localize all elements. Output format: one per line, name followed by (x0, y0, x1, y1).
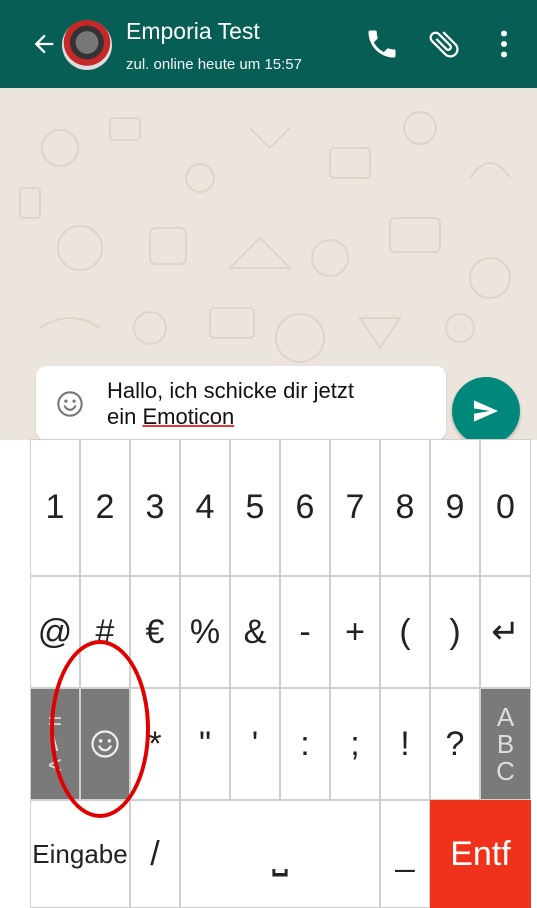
abc-letter-a: A (496, 701, 515, 732)
key-open-paren[interactable]: ( (380, 576, 430, 688)
key-colon[interactable]: : (280, 688, 330, 800)
paperclip-icon[interactable] (426, 26, 462, 62)
more-vertical-icon[interactable] (486, 26, 522, 62)
key-return[interactable]: ↵ (480, 576, 531, 688)
key-exclamation[interactable]: ! (380, 688, 430, 800)
key-2[interactable]: 2 (80, 439, 130, 576)
message-text[interactable]: Hallo, ich schicke dir jetzt ein Emotico… (107, 378, 354, 430)
key-close-paren[interactable]: ) (430, 576, 480, 688)
key-percent[interactable]: % (180, 576, 230, 688)
message-input[interactable]: Hallo, ich schicke dir jetzt ein Emotico… (36, 366, 446, 440)
key-slash[interactable]: / (130, 800, 180, 908)
message-line-2-prefix: ein (107, 404, 143, 429)
space-key[interactable]: ⎵ (180, 800, 380, 908)
key-double-quote[interactable]: " (180, 688, 230, 800)
key-4[interactable]: 4 (180, 439, 230, 576)
arrow-left-icon[interactable] (30, 30, 58, 58)
phone-icon[interactable] (364, 26, 400, 62)
key-apostrophe[interactable]: ' (230, 688, 280, 800)
avatar[interactable] (62, 20, 112, 70)
highlight-circle (50, 640, 150, 818)
smiley-icon[interactable] (56, 390, 84, 418)
last-seen-status: zul. online heute um 15:57 (126, 56, 302, 73)
key-minus[interactable]: - (280, 576, 330, 688)
message-line-1: Hallo, ich schicke dir jetzt (107, 378, 354, 403)
key-plus[interactable]: + (330, 576, 380, 688)
key-ampersand[interactable]: & (230, 576, 280, 688)
delete-key[interactable]: Entf (430, 800, 531, 908)
send-button[interactable] (452, 377, 520, 445)
key-8[interactable]: 8 (380, 439, 430, 576)
key-question[interactable]: ? (430, 688, 480, 800)
message-line-2: ein Emoticon (107, 404, 354, 430)
key-3[interactable]: 3 (130, 439, 180, 576)
contact-name[interactable]: Emporia Test (126, 18, 260, 45)
spellcheck-word[interactable]: Emoticon (142, 404, 234, 429)
key-6[interactable]: 6 (280, 439, 330, 576)
enter-key[interactable]: Eingabe (30, 800, 130, 908)
chat-header: Emporia Test zul. online heute um 15:57 (0, 0, 537, 88)
key-1[interactable]: 1 (30, 439, 80, 576)
abc-letter-b: B (496, 728, 515, 759)
key-underscore[interactable]: _ (380, 800, 430, 908)
abc-toggle-key[interactable]: A B C (480, 688, 531, 800)
key-9[interactable]: 9 (430, 439, 480, 576)
key-semicolon[interactable]: ; (330, 688, 380, 800)
key-0[interactable]: 0 (480, 439, 531, 576)
key-7[interactable]: 7 (330, 439, 380, 576)
send-icon (474, 400, 498, 422)
abc-letter-c: C (496, 755, 515, 786)
key-5[interactable]: 5 (230, 439, 280, 576)
